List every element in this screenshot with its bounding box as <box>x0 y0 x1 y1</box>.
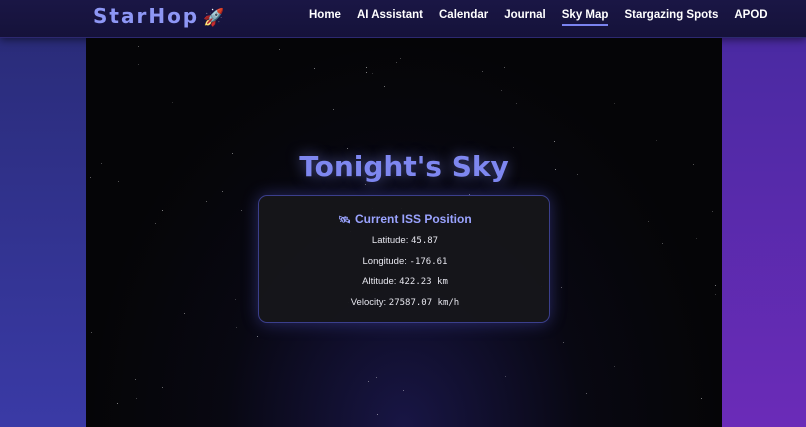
star-dot <box>662 243 663 244</box>
star-dot <box>372 73 373 74</box>
nav-link-ai-assistant[interactable]: AI Assistant <box>357 9 423 26</box>
satellite-icon: 🛰 <box>338 215 351 226</box>
top-navbar: StarHop 🚀 Home AI Assistant Calendar Jour… <box>0 0 806 38</box>
star-dot <box>184 313 185 314</box>
star-dot <box>696 238 697 239</box>
right-gradient-background <box>722 38 806 427</box>
star-dot <box>377 414 378 415</box>
star-dot <box>384 86 385 87</box>
star-dot <box>241 210 242 211</box>
star-dot <box>482 71 483 72</box>
velocity-value: 27587.07 km/h <box>388 298 460 308</box>
star-dot <box>155 223 156 224</box>
star-dot <box>614 366 615 367</box>
star-dot <box>136 398 137 399</box>
star-dot <box>138 64 139 65</box>
longitude-label: Longitude: <box>362 256 407 267</box>
star-dot <box>516 103 517 104</box>
latitude-value: 45.87 <box>411 236 439 246</box>
star-dot <box>347 148 348 149</box>
star-dot <box>162 210 163 211</box>
page-title: Tonight's Sky <box>299 150 509 183</box>
altitude-label: Altitude: <box>362 276 397 287</box>
star-dot <box>222 191 223 192</box>
star-dot <box>504 67 505 68</box>
star-dot <box>400 58 401 59</box>
star-dot <box>648 221 649 222</box>
brand-logo[interactable]: StarHop 🚀 <box>93 4 226 28</box>
nav-links: Home AI Assistant Calendar Journal Sky M… <box>309 9 784 26</box>
iss-position-card: 🛰 Current ISS Position Latitude: 45.87 Lo… <box>258 195 550 323</box>
star-dot <box>554 141 555 142</box>
star-dot <box>172 102 173 103</box>
star-dot <box>712 211 713 212</box>
star-dot <box>365 184 366 185</box>
star-dot <box>314 68 315 69</box>
iss-card-title: 🛰 Current ISS Position <box>259 212 551 226</box>
star-dot <box>135 379 136 380</box>
iss-longitude-row: Longitude: -176.61 <box>259 256 551 267</box>
star-dot <box>366 67 367 68</box>
iss-altitude-row: Altitude: 422.23 km <box>259 276 551 287</box>
star-dot <box>333 109 334 110</box>
nav-link-journal[interactable]: Journal <box>504 9 546 26</box>
iss-velocity-row: Velocity: 27587.07 km/h <box>259 297 551 308</box>
nav-link-apod[interactable]: APOD <box>734 9 767 26</box>
star-dot <box>501 90 502 91</box>
latitude-label: Latitude: <box>371 235 409 246</box>
star-dot <box>505 376 506 377</box>
star-dot <box>257 336 258 337</box>
star-dot <box>138 46 139 47</box>
star-dot <box>715 285 716 286</box>
star-dot <box>366 72 367 73</box>
star-dot <box>656 140 657 141</box>
star-dot <box>91 332 92 333</box>
longitude-value: -176.61 <box>409 257 448 267</box>
star-dot <box>563 342 564 343</box>
iss-card-title-text: Current ISS Position <box>355 212 472 226</box>
star-dot <box>586 393 587 394</box>
star-dot <box>368 381 369 382</box>
sky-panel: Tonight's Sky 🛰 Current ISS Position Lati… <box>86 38 722 427</box>
star-dot <box>376 377 377 378</box>
star-dot <box>614 103 615 104</box>
velocity-label: Velocity: <box>350 297 387 308</box>
nav-link-home[interactable]: Home <box>309 9 341 26</box>
star-dot <box>701 398 702 399</box>
star-dot <box>117 403 118 404</box>
nav-link-stargazing-spots[interactable]: Stargazing Spots <box>624 9 718 26</box>
star-dot <box>403 390 404 391</box>
star-dot <box>513 147 514 148</box>
nav-link-calendar[interactable]: Calendar <box>439 9 488 26</box>
star-dot <box>561 287 562 288</box>
nav-link-sky-map[interactable]: Sky Map <box>561 9 609 26</box>
star-dot <box>236 327 237 328</box>
star-dot <box>162 387 163 388</box>
star-dot <box>235 299 236 300</box>
brand-name: StarHop <box>93 4 200 28</box>
star-dot <box>206 201 207 202</box>
iss-latitude-row: Latitude: 45.87 <box>259 235 551 246</box>
altitude-value: 422.23 km <box>399 277 448 287</box>
star-dot <box>279 49 280 50</box>
rocket-icon: 🚀 <box>203 8 227 28</box>
star-dot <box>715 294 716 295</box>
left-gradient-background <box>0 38 86 427</box>
star-dot <box>396 62 397 63</box>
